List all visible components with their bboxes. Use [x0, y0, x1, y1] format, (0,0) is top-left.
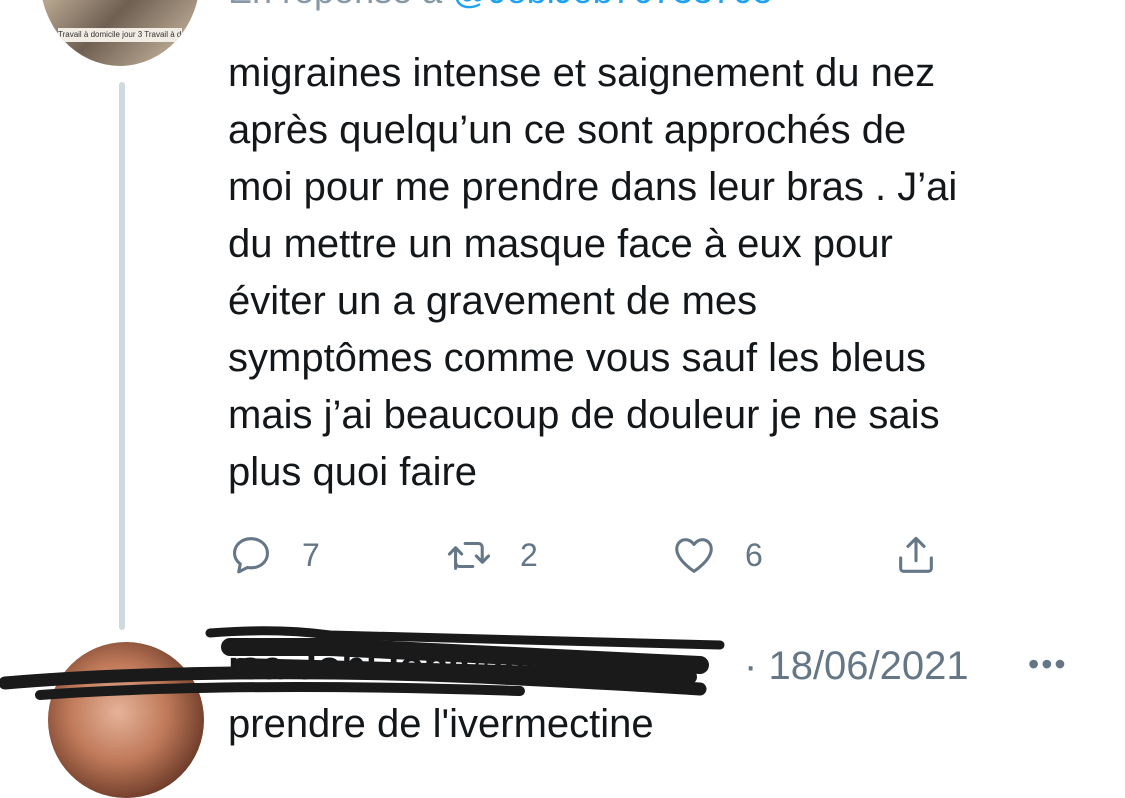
retweet-count: 2 — [520, 536, 538, 573]
share-icon — [899, 536, 933, 573]
tweet-actions: 7 2 6 — [228, 525, 988, 585]
tweet-text-line: plus quoi faire — [228, 450, 478, 494]
avatar-caption: Travail à domicile jour 3 Travail à domi… — [58, 28, 182, 42]
reply-icon — [232, 537, 270, 574]
retweet-button[interactable]: 2 — [446, 525, 538, 585]
tweet-text-line: du mettre un masque face à eux pour — [228, 222, 893, 266]
thread-line — [119, 82, 125, 630]
share-button[interactable] — [893, 525, 939, 585]
retweet-icon — [447, 541, 491, 570]
like-icon — [675, 538, 713, 573]
display-name[interactable]: isa.JobiJoba#ivermec... — [228, 636, 677, 696]
tweet-text: migraines intense et saignement du nez a… — [228, 45, 1088, 501]
tweet-text: prendre de l'ivermectine — [228, 702, 654, 746]
like-button[interactable]: 6 — [671, 525, 763, 585]
reply-prefix: En réponse à — [228, 0, 452, 11]
reply-handle-link[interactable]: @JobiJob76733705 — [452, 0, 773, 11]
tweet-text-line: migraines intense et saignement du nez — [228, 51, 936, 95]
reply-to-label: En réponse à @JobiJob76733705 — [228, 0, 773, 12]
tweet-meta: · 18/06/2021 — [744, 636, 969, 696]
like-count: 6 — [745, 536, 763, 573]
tweet-header: isa.JobiJoba#ivermec... · 18/06/2021 ••• — [228, 636, 1108, 696]
tweet-text-line: moi pour me prendre dans leur bras . J’a… — [228, 165, 958, 209]
reply-count: 7 — [302, 536, 320, 573]
tweet-text-line: symptômes comme vous sauf les bleus — [228, 336, 927, 380]
meta-separator: · — [744, 644, 758, 688]
avatar[interactable] — [48, 642, 204, 798]
tweet-text-line: éviter un a gravement de mes — [228, 279, 758, 323]
reply-button[interactable]: 7 — [228, 525, 320, 585]
more-icon[interactable]: ••• — [1028, 636, 1068, 692]
tweet-date[interactable]: 18/06/2021 — [768, 644, 968, 688]
avatar[interactable]: Travail à domicile jour 3 Travail à domi… — [40, 0, 200, 66]
tweet-text-line: après quelqu’un ce sont approchés de — [228, 108, 907, 152]
tweet-text-line: mais j’ai beaucoup de douleur je ne sais — [228, 393, 940, 437]
